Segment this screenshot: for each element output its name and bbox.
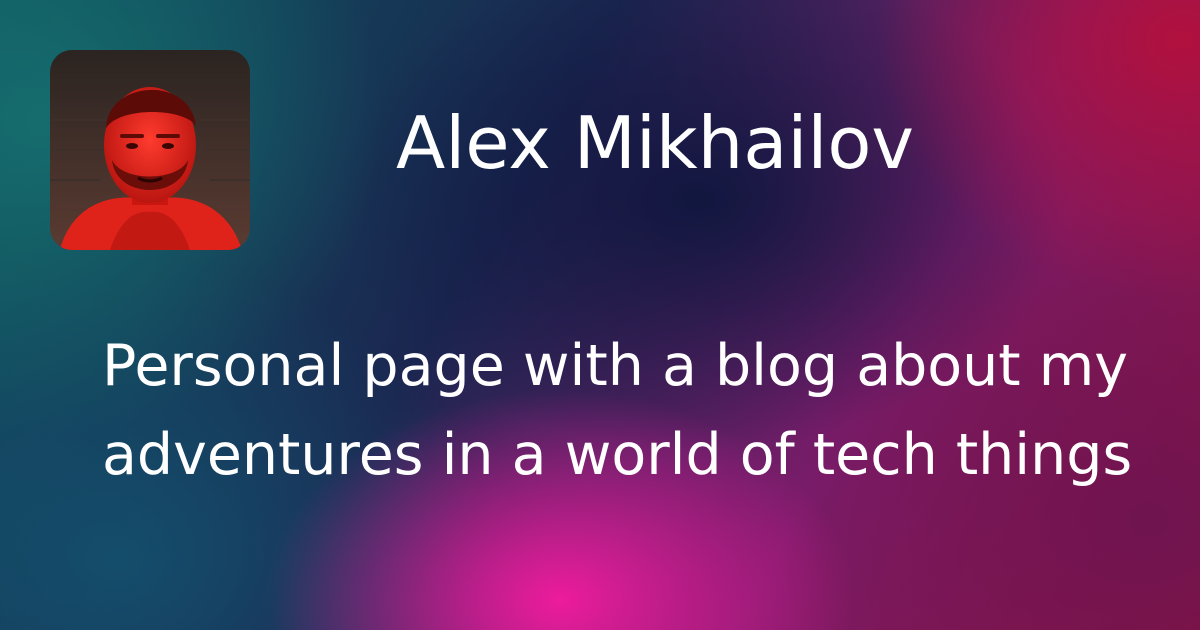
tagline: Personal page with a blog about my adven… (102, 333, 1133, 488)
page-title: Alex Mikhailov (396, 101, 915, 185)
avatar-photo (50, 50, 250, 250)
avatar (50, 50, 250, 250)
